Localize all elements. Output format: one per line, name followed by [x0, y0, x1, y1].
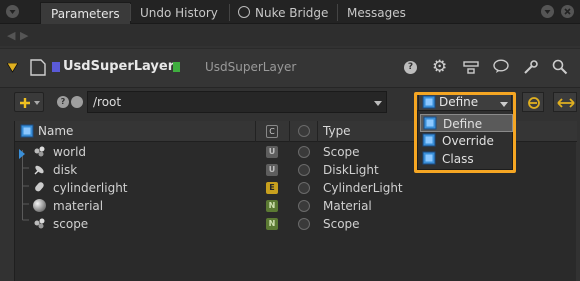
visibility-eye-icon[interactable]	[298, 146, 310, 158]
tab-divider	[229, 4, 230, 21]
prim-name: scope	[53, 217, 89, 231]
prim-name: world	[53, 145, 87, 159]
light-icon	[33, 163, 46, 179]
tree-row-scope[interactable]: scope N Scope	[15, 215, 577, 233]
column-divider	[289, 121, 290, 142]
search-icon[interactable]	[552, 59, 568, 78]
dropdown-option-define[interactable]: Define	[420, 114, 513, 132]
visibility-eye-icon[interactable]	[298, 218, 310, 230]
column-header-name[interactable]: Name	[38, 124, 73, 138]
node-header: UsdSuperLayer UsdSuperLayer ? ⚙	[0, 48, 580, 88]
usd-superlayer-panel: Parameters Undo History Nuke Bridge Mess…	[0, 0, 580, 281]
path-field-value: /root	[93, 95, 122, 109]
prim-type: DiskLight	[323, 163, 379, 177]
swap-arrows-button[interactable]	[553, 92, 577, 112]
tree-row-material[interactable]: material N Material	[15, 197, 577, 215]
dropdown-option-label: Define	[443, 117, 483, 131]
specifier-badge: N	[266, 218, 278, 230]
visibility-eye-icon[interactable]	[298, 200, 310, 212]
visibility-eye-icon[interactable]	[298, 164, 310, 176]
specifier-dropdown-highlight: Define Override Class	[414, 92, 516, 173]
column-header-c[interactable]: C	[266, 125, 278, 138]
help-icon[interactable]: ?	[404, 61, 417, 74]
prim-name: cylinderlight	[53, 181, 128, 195]
tab-nuke-bridge[interactable]: Nuke Bridge	[245, 2, 338, 24]
tab-bar: Parameters Undo History Nuke Bridge Mess…	[0, 0, 580, 24]
prim-type: Material	[323, 199, 372, 213]
jump-to-button[interactable]	[522, 92, 544, 112]
node-name[interactable]: UsdSuperLayer	[63, 59, 174, 74]
column-divider	[255, 121, 256, 142]
node-graph-icon[interactable]	[463, 60, 479, 77]
close-icon[interactable]	[561, 5, 574, 18]
cylinder-light-icon	[33, 181, 46, 197]
wrench-icon[interactable]	[523, 59, 539, 79]
dropdown-option-override[interactable]: Override	[420, 132, 513, 150]
chevron-down-icon[interactable]	[373, 97, 383, 111]
add-prim-button[interactable]	[14, 92, 44, 112]
specifier-badge: N	[266, 200, 278, 212]
help-icon[interactable]: ?	[57, 96, 69, 108]
panel-menu-icon[interactable]	[6, 5, 19, 18]
prim-name: material	[53, 199, 104, 213]
window-menu-icon[interactable]	[541, 5, 554, 18]
prim-type: CylinderLight	[323, 181, 403, 195]
dropdown-option-label: Class	[442, 152, 474, 166]
gear-icon[interactable]: ⚙	[432, 57, 447, 77]
usd-cube-icon	[422, 151, 436, 170]
node-color-swatch	[52, 62, 60, 72]
node-page-icon	[30, 59, 46, 79]
specifier-badge: U	[266, 164, 278, 176]
node-class-label: UsdSuperLayer	[205, 60, 297, 74]
column-divider	[317, 121, 318, 142]
tab-messages[interactable]: Messages	[337, 2, 416, 24]
forward-arrow-icon[interactable]: ▶	[20, 29, 28, 42]
scope-icon	[33, 217, 46, 233]
tree-row-cylinderlight[interactable]: cylinderlight E CylinderLight	[15, 179, 577, 197]
prim-type: Scope	[323, 217, 360, 231]
collapse-triangle-icon[interactable]	[6, 62, 19, 76]
node-state-swatch	[173, 62, 180, 72]
specifier-badge: U	[266, 146, 278, 158]
visibility-header-icon[interactable]	[298, 125, 310, 137]
dropdown-option-class[interactable]: Class	[420, 150, 513, 168]
scope-icon	[33, 145, 46, 161]
history-nav-bar: ◀ ▶	[0, 24, 580, 46]
prim-type: Scope	[323, 145, 360, 159]
dropdown-option-label: Override	[442, 134, 494, 148]
visibility-eye-icon[interactable]	[298, 182, 310, 194]
specifier-badge: E	[266, 182, 278, 194]
comment-icon[interactable]	[493, 59, 509, 77]
prim-name: disk	[53, 163, 78, 177]
path-field[interactable]: /root	[87, 91, 387, 113]
usd-cube-icon	[20, 124, 34, 141]
tab-parameters[interactable]: Parameters	[40, 2, 131, 24]
path-link-icon[interactable]	[71, 96, 83, 108]
back-arrow-icon[interactable]: ◀	[7, 29, 15, 42]
column-header-type[interactable]: Type	[323, 124, 351, 138]
material-sphere-icon	[33, 199, 46, 212]
tab-undo-history[interactable]: Undo History	[130, 2, 228, 24]
